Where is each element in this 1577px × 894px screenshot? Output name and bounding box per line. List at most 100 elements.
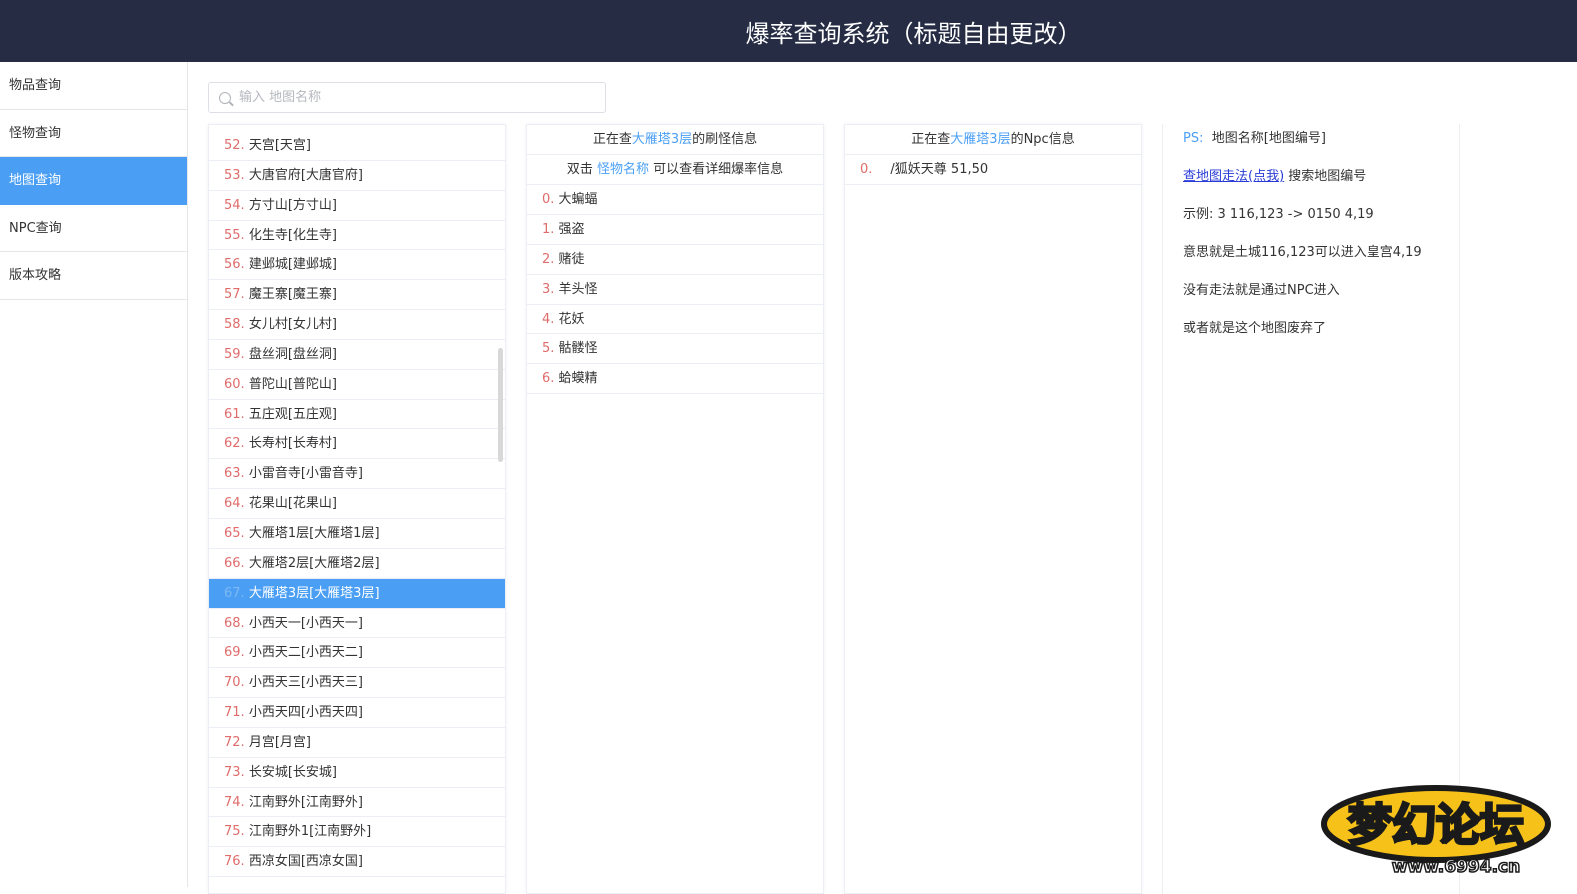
npc-index: 0.	[860, 162, 873, 177]
sidebar-item-map-query[interactable]: 地图查询	[0, 157, 187, 205]
map-list-item[interactable]: 68. 小西天一[小西天一]	[209, 609, 505, 639]
map-index: 71.	[224, 705, 245, 721]
map-list-item[interactable]: 71. 小西天四[小西天四]	[209, 698, 505, 728]
map-name: 小雷音寺[小雷音寺]	[248, 466, 363, 482]
monster-name: 强盗	[558, 221, 585, 237]
sidebar-item-item-query[interactable]: 物品查询	[0, 62, 187, 110]
monster-panel-title: 正在查大雁塔3层的刷怪信息	[527, 125, 823, 155]
map-name: 江南野外1[江南野外]	[248, 824, 372, 840]
monster-list-item[interactable]: 5. 骷髅怪	[527, 334, 823, 365]
sidebar-item-monster-query[interactable]: 怪物查询	[0, 110, 187, 158]
info-meaning: 意思就是土城116,123可以进入皇宫4,19	[1183, 245, 1422, 260]
map-name: 长安城[长安城]	[248, 764, 337, 780]
map-name: 小西天二[小西天二]	[248, 645, 363, 661]
map-index: 57.	[224, 287, 245, 303]
monster-name: 蛤蟆精	[558, 371, 598, 387]
map-name: 建邺城[建邺城]	[248, 257, 337, 273]
map-list-item[interactable]: 60. 普陀山[普陀山]	[209, 370, 505, 400]
map-list-item[interactable]: 76. 西凉女国[西凉女国]	[209, 847, 505, 878]
map-name: 普陀山[普陀山]	[248, 376, 337, 392]
map-list-item[interactable]: 63. 小雷音寺[小雷音寺]	[209, 459, 505, 490]
monster-panel: 正在查大雁塔3层的刷怪信息 双击 怪物名称 可以查看详细爆率信息 0. 大蝙蝠 1…	[526, 124, 824, 894]
map-index: 67.	[224, 585, 245, 601]
hint-prefix: 双击	[566, 162, 593, 177]
search-icon	[219, 91, 231, 104]
sidebar-item-npc-query[interactable]: NPC查询	[0, 205, 187, 253]
map-list-item[interactable]: 67. 大雁塔3层[大雁塔3层]	[209, 578, 505, 609]
monster-panel-hint: 双击 怪物名称 可以查看详细爆率信息	[527, 155, 823, 185]
map-index: 76.	[224, 854, 245, 870]
monster-list-item[interactable]: 2. 赌徒	[527, 245, 823, 275]
monster-list-item[interactable]: 3. 羊头怪	[527, 275, 823, 305]
map-index: 64.	[224, 496, 245, 512]
map-index: 75.	[224, 824, 245, 840]
npc-row[interactable]: 0. /狐妖天尊 51,50	[845, 155, 1141, 185]
map-name: 魔王寨[魔王寨]	[248, 287, 337, 303]
monster-list-item[interactable]: 0. 大蝙蝠	[527, 185, 823, 215]
map-list-item[interactable]: 53. 大唐官府[大唐官府]	[209, 161, 505, 191]
map-list-item[interactable]: 66. 大雁塔2层[大雁塔2层]	[209, 549, 505, 579]
ps-text: 地图名称[地图编号]	[1211, 131, 1326, 146]
map-index: 60.	[224, 376, 245, 392]
map-list-item[interactable]: 52. 天宫[天宫]	[209, 131, 505, 161]
map-list-item[interactable]: 69. 小西天二[小西天二]	[209, 638, 505, 669]
monster-name: 花妖	[558, 311, 585, 327]
map-index: 54.	[224, 197, 245, 213]
map-name: 西凉女国[西凉女国]	[248, 854, 363, 870]
map-list-item[interactable]: 56. 建邺城[建邺城]	[209, 250, 505, 281]
map-list-scrollbar[interactable]	[498, 348, 503, 462]
map-list-item[interactable]: 72. 月宫[月宫]	[209, 728, 505, 758]
map-index: 68.	[224, 615, 245, 631]
map-index: 62.	[224, 436, 245, 452]
info-panel: PS: 地图名称[地图编号] 查地图走法(点我) 搜索地图编号 示例: 3 11…	[1162, 124, 1460, 894]
map-index: 58.	[224, 317, 245, 333]
hint-suffix: 可以查看详细爆率信息	[653, 162, 784, 177]
map-index: 73.	[224, 764, 245, 780]
map-list-item[interactable]: 61. 五庄观[五庄观]	[209, 400, 505, 430]
map-name: 大雁塔2层[大雁塔2层]	[248, 555, 380, 571]
map-name: 大雁塔1层[大雁塔1层]	[248, 525, 380, 541]
monster-index: 4.	[542, 311, 555, 327]
map-list[interactable]: 52. 天宫[天宫] 53. 大唐官府[大唐官府] 54. 方寸山[方寸山] 55. …	[209, 131, 505, 878]
map-index: 66.	[224, 555, 245, 571]
info-link-line: 查地图走法(点我) 搜索地图编号	[1183, 166, 1459, 204]
map-index: 52.	[224, 138, 245, 153]
map-route-link[interactable]: 查地图走法(点我)	[1183, 169, 1284, 184]
map-list-item[interactable]: 55. 化生寺[化生寺]	[209, 221, 505, 251]
map-list-item[interactable]: 74. 江南野外[江南野外]	[209, 788, 505, 818]
map-list-item[interactable]: 64. 花果山[花果山]	[209, 489, 505, 519]
map-name: 盘丝洞[盘丝洞]	[248, 346, 337, 362]
map-list-item[interactable]: 75. 江南野外1[江南野外]	[209, 817, 505, 848]
monster-title-map: 大雁塔3层	[631, 132, 693, 147]
info-ps: PS: 地图名称[地图编号]	[1183, 128, 1459, 166]
map-list-item[interactable]: 65. 大雁塔1层[大雁塔1层]	[209, 519, 505, 549]
monster-list-item[interactable]: 1. 强盗	[527, 215, 823, 245]
monster-index: 5.	[542, 341, 555, 357]
monster-list-item[interactable]: 6. 蛤蟆精	[527, 364, 823, 395]
map-name: 方寸山[方寸山]	[248, 197, 337, 213]
map-index: 59.	[224, 346, 245, 362]
monster-name: 赌徒	[558, 251, 585, 267]
sidebar-item-version-guide[interactable]: 版本攻略	[0, 252, 187, 300]
map-list-item[interactable]: 59. 盘丝洞[盘丝洞]	[209, 340, 505, 370]
map-name: 大唐官府[大唐官府]	[248, 167, 363, 183]
info-no-route: 没有走法就是通过NPC进入	[1183, 283, 1340, 298]
monster-index: 2.	[542, 251, 555, 267]
map-list-item[interactable]: 57. 魔王寨[魔王寨]	[209, 280, 505, 311]
npc-panel-title: 正在查大雁塔3层的Npc信息	[845, 125, 1141, 155]
monster-index: 3.	[542, 281, 555, 297]
npc-text: /狐妖天尊 51,50	[890, 162, 989, 177]
map-name: 女儿村[女儿村]	[248, 317, 337, 333]
search-input[interactable]	[239, 90, 579, 105]
map-index: 65.	[224, 525, 245, 541]
map-list-item[interactable]: 54. 方寸山[方寸山]	[209, 191, 505, 221]
monster-title-prefix: 正在查	[592, 132, 632, 147]
monster-list-item[interactable]: 4. 花妖	[527, 305, 823, 335]
map-list-item[interactable]: 73. 长安城[长安城]	[209, 758, 505, 788]
map-list-item[interactable]: 62. 长寿村[长寿村]	[209, 429, 505, 460]
npc-title-map: 大雁塔3层	[950, 132, 1011, 147]
map-list-item[interactable]: 70. 小西天三[小西天三]	[209, 668, 505, 699]
map-list-item[interactable]: 58. 女儿村[女儿村]	[209, 310, 505, 340]
monster-list: 0. 大蝙蝠 1. 强盗 2. 赌徒 3. 羊头怪 4. 花妖 5. 骷髅怪 6. 蛤蟆精	[527, 185, 823, 395]
page-title: 爆率查询系统（标题自由更改）	[745, 19, 1082, 48]
